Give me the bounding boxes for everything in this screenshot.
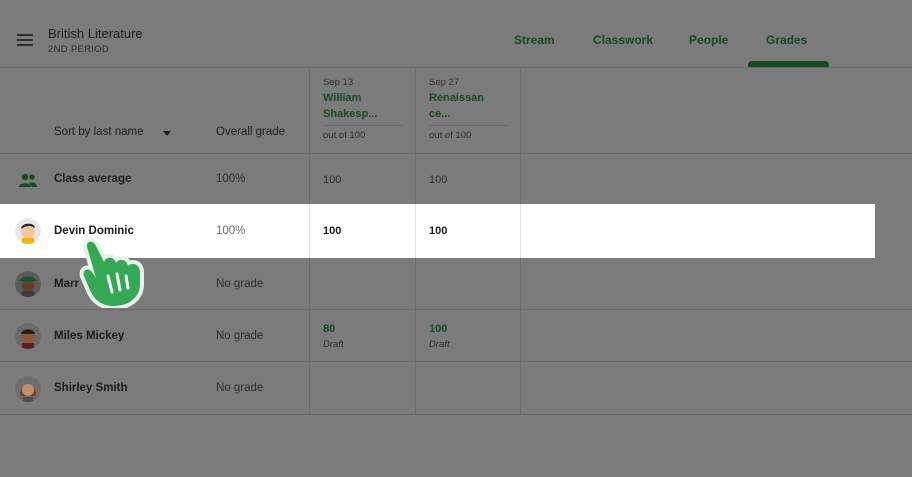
overall-grade-header: Overall grade [216, 126, 286, 138]
assignment-title-line: Renaissan [429, 92, 485, 104]
assignment-title[interactable]: William Shakesp... [323, 90, 403, 122]
assignment-date: Sep 27 [429, 77, 460, 88]
class-average-score: 100 [323, 174, 342, 186]
class-average-label: Class average [54, 173, 132, 185]
column-divider [415, 204, 416, 258]
header-separator [429, 125, 509, 126]
class-title[interactable]: British Literature [48, 26, 143, 41]
tab-grades[interactable]: Grades [766, 33, 807, 47]
student-avatar [15, 218, 41, 244]
assignment-points: out of 100 [323, 130, 366, 141]
class-average-overall: 100% [216, 173, 246, 185]
student-avatar [15, 376, 41, 402]
row-divider [0, 361, 912, 362]
student-name[interactable]: Miles Mickey [54, 330, 124, 342]
student-overall: 100% [216, 225, 246, 237]
grade-cell[interactable]: 100 [429, 323, 447, 335]
header-separator [323, 125, 403, 126]
tab-people[interactable]: People [689, 33, 728, 47]
assignment-points: out of 100 [429, 130, 472, 141]
group-people-icon [19, 173, 37, 187]
tab-classwork[interactable]: Classwork [593, 33, 653, 47]
student-avatar [15, 271, 41, 297]
student-name[interactable]: Shirley Smith [54, 382, 128, 394]
assignment-title-line: ce... [429, 108, 451, 120]
assignment-title[interactable]: Renaissan ce... [429, 90, 509, 122]
class-average-score: 100 [429, 174, 448, 186]
caret-down-icon[interactable] [163, 131, 171, 136]
top-bar: British Literature 2ND PERIOD Stream Cla… [0, 0, 912, 68]
student-overall: No grade [216, 382, 264, 394]
hamburger-menu-icon[interactable] [17, 34, 33, 46]
student-avatar [15, 323, 41, 349]
column-divider [520, 204, 521, 258]
class-subtitle: 2ND PERIOD [48, 44, 110, 55]
sort-dropdown[interactable]: Sort by last name [54, 126, 143, 138]
active-tab-indicator [748, 61, 829, 67]
assignment-title-line: William [323, 92, 362, 104]
assignment-date: Sep 13 [323, 77, 354, 88]
tab-stream[interactable]: Stream [514, 33, 555, 47]
draft-label: Draft [323, 339, 344, 350]
grade-cell[interactable]: 100 [323, 225, 341, 237]
hand-pointer-icon [79, 237, 144, 308]
row-divider [0, 414, 912, 415]
row-divider [0, 309, 912, 310]
row-divider [0, 153, 912, 154]
column-divider [309, 204, 310, 258]
grade-cell[interactable]: 80 [323, 323, 335, 335]
grade-cell[interactable]: 100 [429, 225, 447, 237]
draft-label: Draft [429, 339, 450, 350]
student-overall: No grade [216, 278, 264, 290]
assignment-title-line: Shakesp... [323, 108, 378, 120]
student-overall: No grade [216, 330, 264, 342]
